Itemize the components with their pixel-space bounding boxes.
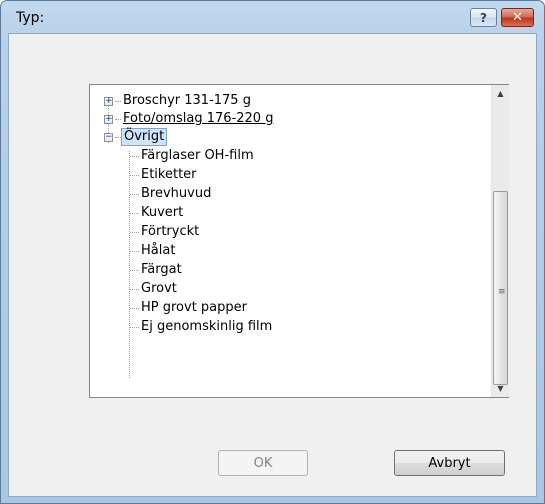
scrollbar-grip-icon: ≡ xyxy=(498,287,506,297)
vertical-scrollbar[interactable]: ▲ ≡ ▼ xyxy=(491,85,509,397)
ok-button-label: OK xyxy=(253,455,273,471)
tree-child-label: Förtryckt xyxy=(141,224,200,239)
tree-branch-line xyxy=(130,270,139,271)
tree-child-item[interactable]: Kuvert xyxy=(90,204,490,222)
scroll-down-arrow-icon[interactable]: ▼ xyxy=(492,380,509,397)
tree-child-item[interactable]: Hålat xyxy=(90,242,490,260)
help-button[interactable]: ? xyxy=(470,8,497,27)
expand-plus-icon[interactable]: + xyxy=(104,97,113,106)
cancel-button-label: Avbryt xyxy=(428,455,471,471)
tree-branch-line xyxy=(130,194,139,195)
tree-branch-line xyxy=(130,175,139,176)
tree-branch-line xyxy=(130,251,139,252)
tree-child-item[interactable]: Färglaser OH-film xyxy=(90,147,490,165)
tree-branch-line xyxy=(115,101,121,102)
tree-child-label: Ej genomskinlig film xyxy=(141,319,273,334)
tree-item-ovrigt[interactable]: − Övrigt xyxy=(90,128,490,146)
tree-child-label: Färglaser OH-film xyxy=(141,148,254,163)
dialog-content: + Broschyr 131-175 g + Foto/omslag 176-2… xyxy=(8,33,537,497)
ok-button[interactable]: OK xyxy=(218,450,308,476)
tree-child-item[interactable]: Färgat xyxy=(90,261,490,279)
tree-branch-line xyxy=(130,289,139,290)
close-icon: ✕ xyxy=(512,10,523,25)
tree-branch-line xyxy=(130,213,139,214)
tree-child-label: Brevhuvud xyxy=(141,186,212,201)
expand-plus-icon[interactable]: + xyxy=(104,115,113,124)
tree-child-item[interactable]: Ej genomskinlig film xyxy=(90,318,490,336)
tree-child-label: Etiketter xyxy=(141,167,197,182)
tree-child-item[interactable]: Etiketter xyxy=(90,166,490,184)
collapse-minus-icon[interactable]: − xyxy=(104,133,113,142)
tree-child-label: Kuvert xyxy=(141,205,184,220)
scrollbar-thumb[interactable]: ≡ xyxy=(493,191,508,385)
scroll-up-arrow-icon[interactable]: ▲ xyxy=(492,85,509,102)
tree-item-label: Foto/omslag 176-220 g xyxy=(123,111,274,126)
help-icon: ? xyxy=(480,10,487,25)
tree-item-broschyr[interactable]: + Broschyr 131-175 g xyxy=(90,92,490,110)
tree-child-item[interactable]: Grovt xyxy=(90,280,490,298)
tree-child-label: Grovt xyxy=(141,281,177,296)
tree-branch-line xyxy=(115,119,121,120)
window-title: Typ: xyxy=(16,10,45,26)
cancel-button[interactable]: Avbryt xyxy=(394,450,505,476)
tree-item-label: Broschyr 131-175 g xyxy=(123,93,251,108)
tree-child-label: Hålat xyxy=(141,243,176,258)
tree-child-item[interactable]: HP grovt papper xyxy=(90,299,490,317)
tree-child-item[interactable]: Förtryckt xyxy=(90,223,490,241)
tree-child-item[interactable]: Brevhuvud xyxy=(90,185,490,203)
dialog-window: Typ: ? ✕ + Broschyr 131-175 g + Foto/oms… xyxy=(0,0,545,504)
tree-branch-line xyxy=(130,232,139,233)
tree-child-label: HP grovt papper xyxy=(141,300,247,315)
tree-child-label: Färgat xyxy=(141,262,182,277)
tree-branch-line xyxy=(130,327,139,328)
tree-item-foto-omslag[interactable]: + Foto/omslag 176-220 g xyxy=(90,110,490,128)
tree-branch-line xyxy=(130,308,139,309)
paper-type-tree[interactable]: + Broschyr 131-175 g + Foto/omslag 176-2… xyxy=(89,84,509,398)
title-bar[interactable]: Typ: ? ✕ xyxy=(1,1,544,33)
tree-branch-line xyxy=(130,156,139,157)
close-button[interactable]: ✕ xyxy=(501,8,534,27)
tree-item-label-selected: Övrigt xyxy=(121,128,168,146)
